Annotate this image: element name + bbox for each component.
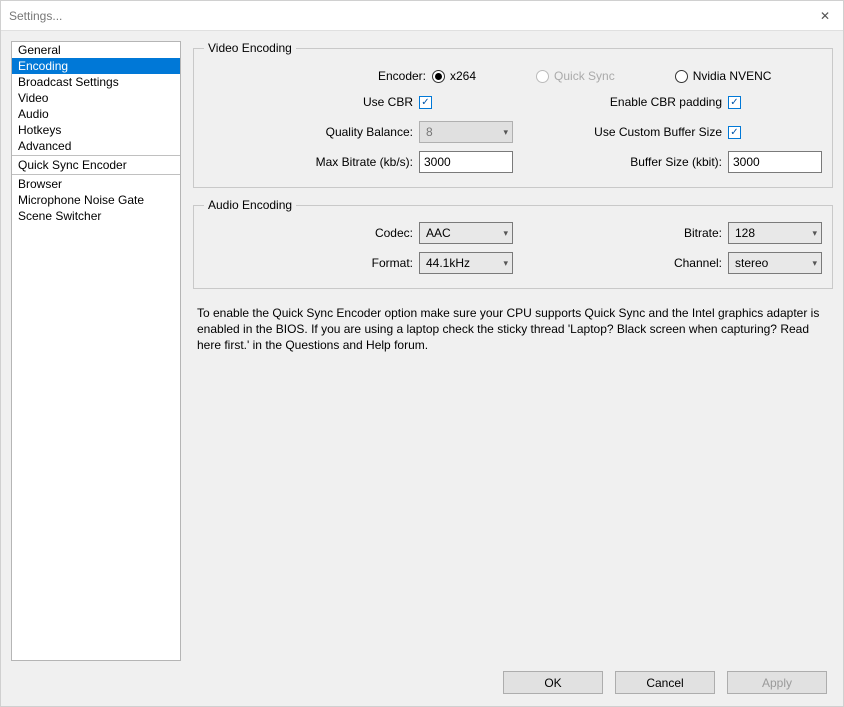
format-label: Format:	[372, 256, 413, 270]
buffer-size-input[interactable]	[728, 151, 822, 173]
settings-window: Settings... ✕ GeneralEncodingBroadcast S…	[0, 0, 844, 707]
sidebar-item-browser[interactable]: Browser	[12, 176, 180, 192]
encoder-option-quick-sync: Quick Sync	[536, 69, 615, 83]
sidebar-item-broadcast-settings[interactable]: Broadcast Settings	[12, 74, 180, 90]
quality-balance-select: 8 ▾	[419, 121, 513, 143]
channel-label: Channel:	[674, 256, 722, 270]
chevron-down-icon: ▾	[812, 258, 817, 269]
bitrate-select[interactable]: 128 ▾	[728, 222, 822, 244]
sidebar-item-audio[interactable]: Audio	[12, 106, 180, 122]
enable-cbr-padding-checkbox[interactable]: ✓	[728, 96, 741, 109]
sidebar: GeneralEncodingBroadcast SettingsVideoAu…	[11, 41, 181, 661]
sidebar-item-general[interactable]: General	[12, 42, 180, 58]
sidebar-item-microphone-noise-gate[interactable]: Microphone Noise Gate	[12, 192, 180, 208]
radio-icon	[536, 70, 549, 83]
sidebar-item-hotkeys[interactable]: Hotkeys	[12, 122, 180, 138]
quality-balance-label: Quality Balance:	[326, 125, 413, 139]
titlebar: Settings... ✕	[1, 1, 843, 31]
video-encoding-legend: Video Encoding	[204, 41, 296, 55]
sidebar-item-video[interactable]: Video	[12, 90, 180, 106]
buffer-size-label: Buffer Size (kbit):	[630, 155, 722, 169]
audio-encoding-group: Audio Encoding Codec: AAC ▾	[193, 198, 833, 289]
max-bitrate-label: Max Bitrate (kb/s):	[316, 155, 413, 169]
sidebar-separator	[12, 174, 180, 175]
video-encoding-group: Video Encoding Encoder: x264 Quick Sync	[193, 41, 833, 188]
radio-icon	[675, 70, 688, 83]
use-cbr-checkbox[interactable]: ✓	[419, 96, 432, 109]
main-panel: Video Encoding Encoder: x264 Quick Sync	[193, 41, 833, 661]
sidebar-item-advanced[interactable]: Advanced	[12, 138, 180, 154]
audio-encoding-legend: Audio Encoding	[204, 198, 296, 212]
help-text: To enable the Quick Sync Encoder option …	[193, 305, 833, 354]
use-cbr-label: Use CBR	[363, 95, 413, 109]
format-select[interactable]: 44.1kHz ▾	[419, 252, 513, 274]
cancel-button[interactable]: Cancel	[615, 671, 715, 694]
chevron-down-icon: ▾	[503, 258, 508, 269]
sidebar-item-scene-switcher[interactable]: Scene Switcher	[12, 208, 180, 224]
chevron-down-icon: ▾	[503, 228, 508, 239]
chevron-down-icon: ▾	[812, 228, 817, 239]
sidebar-separator	[12, 155, 180, 156]
close-icon[interactable]: ✕	[815, 9, 835, 23]
bitrate-label: Bitrate:	[684, 226, 722, 240]
footer: OK Cancel Apply	[1, 661, 843, 706]
channel-select[interactable]: stereo ▾	[728, 252, 822, 274]
sidebar-item-quick-sync-encoder[interactable]: Quick Sync Encoder	[12, 157, 180, 173]
max-bitrate-input[interactable]	[419, 151, 513, 173]
encoder-option-nvenc[interactable]: Nvidia NVENC	[675, 69, 772, 83]
encoder-label: Encoder:	[378, 69, 426, 83]
sidebar-item-encoding[interactable]: Encoding	[12, 58, 180, 74]
use-custom-buffer-label: Use Custom Buffer Size	[594, 125, 722, 139]
chevron-down-icon: ▾	[503, 127, 508, 138]
encoder-option-x264[interactable]: x264	[432, 69, 476, 83]
ok-button[interactable]: OK	[503, 671, 603, 694]
enable-cbr-padding-label: Enable CBR padding	[610, 95, 722, 109]
radio-icon	[432, 70, 445, 83]
apply-button: Apply	[727, 671, 827, 694]
window-title: Settings...	[9, 9, 62, 23]
codec-select[interactable]: AAC ▾	[419, 222, 513, 244]
use-custom-buffer-checkbox[interactable]: ✓	[728, 126, 741, 139]
codec-label: Codec:	[375, 226, 413, 240]
